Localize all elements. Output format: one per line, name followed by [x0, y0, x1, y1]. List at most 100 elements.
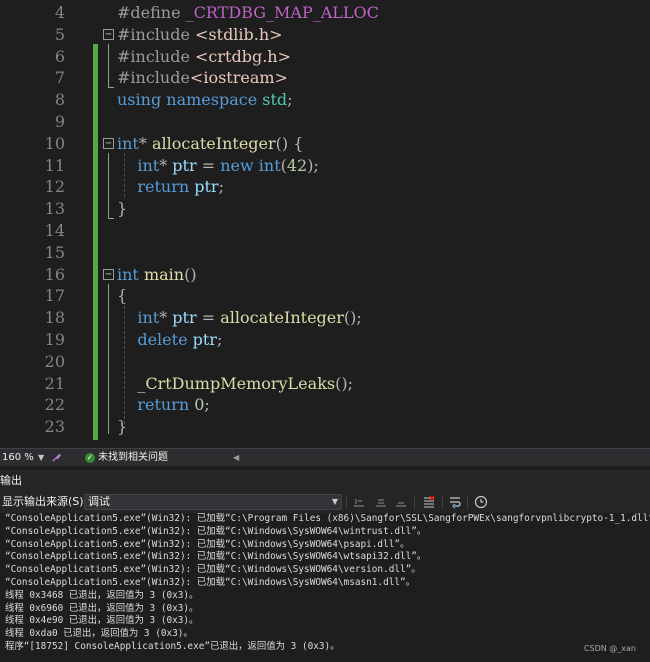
code-token: return [137, 177, 195, 197]
code-line[interactable]: 12 return ptr; [0, 176, 650, 198]
code-line[interactable]: 19 delete ptr; [0, 329, 650, 351]
code-text: return 0; [117, 394, 209, 416]
output-toolbar: 显示输出来源(S): 调试 ▼ [0, 492, 650, 512]
code-token: { [117, 286, 128, 306]
code-token: using [117, 90, 167, 110]
code-token: #include [117, 46, 196, 66]
code-line[interactable]: 14 [0, 220, 650, 242]
code-token: } [117, 417, 128, 437]
code-text: int main() [117, 264, 197, 286]
line-number: 5 [54, 24, 65, 44]
code-token: = [196, 308, 221, 328]
word-wrap-icon[interactable] [448, 495, 462, 509]
code-token: <iostream> [189, 68, 288, 88]
code-line[interactable]: 21 _CrtDumpMemoryLeaks(); [0, 373, 650, 395]
code-token: * [159, 308, 173, 328]
output-source-label: 显示输出来源(S): [2, 495, 88, 508]
chevron-down-icon: ▼ [331, 497, 338, 506]
line-number: 17 [44, 286, 65, 306]
code-line[interactable]: 6 #include <crtdbg.h> [0, 46, 650, 68]
toolbar-separator [467, 495, 468, 509]
code-token: int [117, 264, 144, 284]
code-token: main [143, 264, 185, 284]
code-token: allocateInteger [151, 133, 276, 153]
issues-status-text[interactable]: 未找到相关问题 [98, 451, 168, 465]
output-line: “ConsoleApplication5.exe”(Win32): 已加载“C:… [5, 538, 410, 550]
code-token: * [159, 155, 173, 175]
line-number: 7 [54, 68, 65, 88]
code-text: #include<iostream> [117, 67, 288, 89]
code-line[interactable]: 7 #include<iostream> [0, 67, 650, 89]
code-token: ptr [172, 308, 197, 328]
line-number: 23 [44, 417, 65, 437]
code-text: _CrtDumpMemoryLeaks(); [117, 373, 353, 395]
code-line[interactable]: 17 { [0, 285, 650, 307]
code-line[interactable]: 5 − #include <stdlib.h> [0, 24, 650, 46]
line-number: 9 [54, 112, 65, 131]
code-text: { [117, 285, 127, 307]
output-source-select[interactable]: 调试 ▼ [84, 494, 342, 510]
clock-icon[interactable] [474, 495, 488, 509]
code-line[interactable]: 20 [0, 351, 650, 373]
code-token: <crtdbg.h> [195, 46, 291, 66]
code-text: } [117, 198, 127, 220]
collapse-icon[interactable]: − [103, 268, 114, 280]
code-line[interactable]: 8 using namespace std; [0, 89, 650, 111]
collapse-icon[interactable]: − [103, 137, 114, 149]
code-token: allocateInteger [220, 308, 344, 328]
code-token: 42 [286, 155, 308, 175]
line-number: 10 [44, 133, 65, 153]
code-token: ; [216, 330, 223, 349]
code-line[interactable]: 4 #define _CRTDBG_MAP_ALLOC [0, 2, 650, 24]
code-text: int* ptr = new int(42); [117, 155, 319, 177]
line-number: 19 [44, 330, 65, 349]
output-line: 线程 0x4e90 已退出，返回值为 3 (0x3)。 [5, 615, 199, 627]
line-number: 11 [44, 155, 65, 175]
code-token: new [220, 155, 259, 175]
code-line[interactable]: 11 int* ptr = new int(42); [0, 155, 650, 177]
code-line[interactable]: 22 return 0; [0, 394, 650, 416]
code-editor[interactable]: 4 #define _CRTDBG_MAP_ALLOC 5− #include <st… [0, 0, 650, 446]
line-number: 8 [54, 90, 65, 110]
code-token: return [137, 395, 195, 415]
go-to-next-icon[interactable] [394, 495, 408, 509]
output-text-area[interactable]: “ConsoleApplication5.exe”(Win32): 已加载“C:… [0, 513, 650, 662]
code-line[interactable]: 16 − int main() [0, 264, 650, 286]
code-line[interactable]: 15 [0, 242, 650, 264]
line-number: 4 [54, 3, 65, 22]
code-token: ptr [172, 155, 197, 175]
code-token: namespace [166, 90, 263, 110]
find-next-icon[interactable] [374, 495, 388, 509]
code-text: #include <stdlib.h> [117, 24, 283, 46]
code-token: #include [117, 68, 190, 88]
output-source-value: 调试 [88, 495, 110, 508]
line-number: 22 [44, 395, 65, 415]
toolbar-separator [414, 495, 415, 509]
output-line: “ConsoleApplication5.exe”(Win32): 已加载“C:… [5, 551, 427, 563]
clear-all-icon[interactable] [422, 495, 436, 509]
code-token: int [137, 155, 160, 175]
find-previous-icon[interactable] [352, 495, 366, 509]
code-token: int [258, 155, 281, 175]
chevron-down-icon[interactable]: ▼ [38, 451, 44, 465]
code-token: std [262, 90, 288, 110]
line-number: 21 [44, 373, 65, 393]
toolbar-separator [442, 495, 443, 509]
code-line[interactable]: 10 − int* allocateInteger() { [0, 133, 650, 155]
issues-brush-icon[interactable] [51, 452, 62, 463]
scroll-left-icon[interactable]: ◀ [233, 451, 239, 465]
code-token: ); [307, 155, 319, 175]
collapse-icon[interactable]: − [103, 28, 114, 40]
code-line[interactable]: 23} [0, 416, 650, 438]
code-line[interactable]: 18 int* ptr = allocateInteger(); [0, 307, 650, 329]
code-text: int* allocateInteger() { [117, 133, 303, 155]
toolbar-separator [346, 495, 347, 509]
line-number: 18 [44, 308, 65, 328]
output-line: 程序“[18752] ConsoleApplication5.exe”已退出，返… [5, 641, 340, 652]
code-line[interactable]: 13} [0, 198, 650, 220]
code-text: #include <crtdbg.h> [117, 46, 291, 68]
code-line[interactable]: 9 [0, 111, 650, 133]
